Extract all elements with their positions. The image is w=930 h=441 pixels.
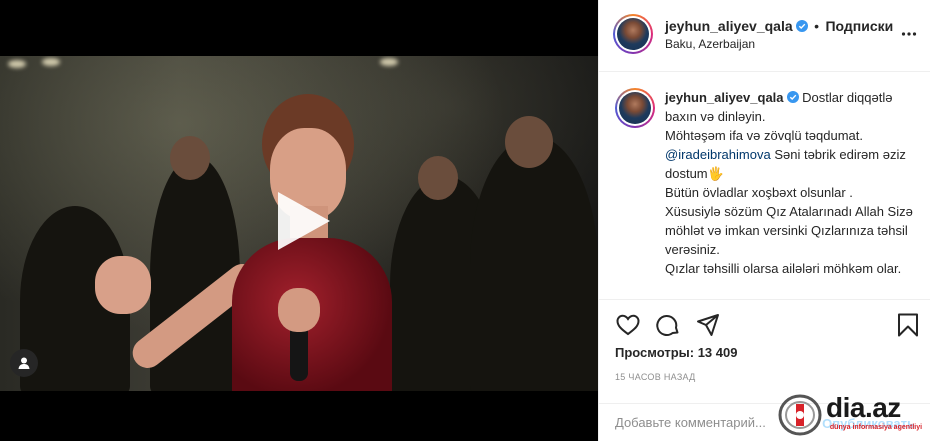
watermark-tagline: dünya informasiya agentliyi [829,424,923,431]
divider [599,299,930,300]
caption-line: Möhtəşəm ifa və zövqlü təqdumat. [665,128,863,143]
musician-head [505,116,553,168]
caption-author-avatar[interactable] [615,88,655,128]
heart-icon[interactable] [615,312,641,338]
header-title-row: jeyhun_aliyev_qala • Подписки [665,18,893,36]
caption-line: Bütün övladlar xoşbəxt olsunlar . [665,185,853,200]
stage-light [8,60,26,68]
post-location[interactable]: Baku, Azerbaijan [665,37,755,51]
dia-az-watermark: dia.az dünya informasiya agentliyi [778,392,928,438]
play-icon[interactable] [270,190,332,252]
more-options-icon[interactable] [901,26,917,42]
musician-head [418,156,458,200]
comment-icon[interactable] [655,312,681,338]
post-media[interactable] [0,0,598,441]
post-timestamp[interactable]: 15 ЧАСОВ НАЗАД [615,372,696,382]
author-username[interactable]: jeyhun_aliyev_qala [665,18,793,34]
mention-link[interactable]: @iradeibrahimova [665,147,771,162]
stage-light [42,58,60,66]
singer-mic-hand [278,288,320,332]
post-header: jeyhun_aliyev_qala • Подписки Baku, Azer… [599,0,930,72]
verified-badge-icon [786,91,799,103]
user-tag-icon[interactable] [10,349,38,377]
caption-username[interactable]: jeyhun_aliyev_qala [665,90,784,105]
post-side-panel: jeyhun_aliyev_qala • Подписки Baku, Azer… [598,0,930,441]
dia-az-logo [778,394,822,436]
share-icon[interactable] [695,312,721,338]
musician-head [170,136,210,180]
caption-line: Qızlar təhsilli olarsa ailələri möhkəm o… [665,261,902,276]
watermark-brand: dia.az [826,392,901,423]
singer-hand [95,256,151,314]
stage-light [380,58,398,66]
author-avatar[interactable] [613,14,653,54]
header-separator: • [814,18,819,34]
bookmark-icon[interactable] [895,312,921,338]
caption-text: jeyhun_aliyev_qala Dostlar diqqətlə baxı… [665,88,915,278]
following-button[interactable]: Подписки [825,18,893,34]
verified-badge-icon [795,20,808,32]
caption-line: Xüsusiylə sözüm Qız Atalarınadı Allah Si… [665,204,913,257]
musician-figure [470,136,598,391]
views-count[interactable]: Просмотры: 13 409 [615,345,737,360]
